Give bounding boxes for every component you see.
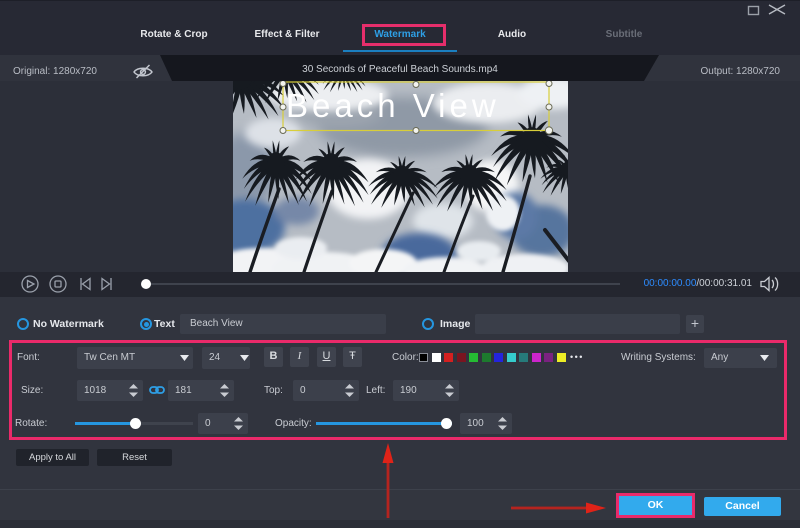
- svg-text:Beach View: Beach View: [286, 87, 500, 124]
